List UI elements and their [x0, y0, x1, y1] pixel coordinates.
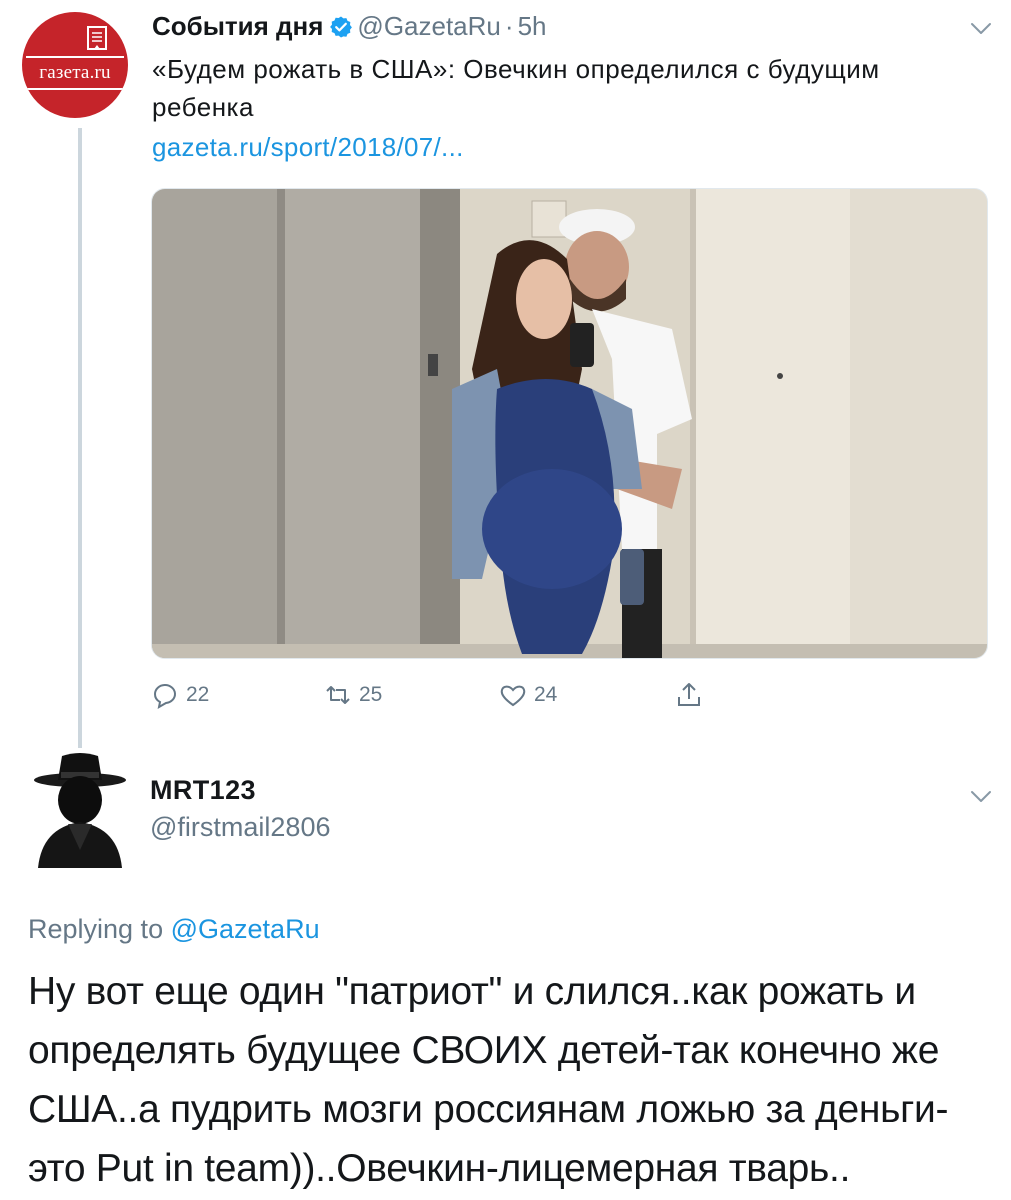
article-link[interactable]: gazeta.ru/sport/2018/07/... — [152, 130, 464, 164]
replying-to-handle[interactable]: @GazetaRu — [171, 914, 320, 944]
replying-prefix: Replying to — [28, 914, 164, 944]
tweet1-header: События дня @GazetaRu · 5h — [152, 10, 546, 42]
verified-badge-icon — [330, 16, 353, 38]
reply-button[interactable]: 22 — [150, 678, 209, 712]
gazeta-avatar[interactable]: газета.ru — [22, 12, 128, 118]
retweet-icon — [326, 686, 350, 704]
like-count: 24 — [534, 683, 558, 706]
chevron-down-icon[interactable] — [970, 790, 992, 804]
user-avatar[interactable] — [28, 750, 132, 868]
chevron-down-icon[interactable] — [970, 22, 992, 36]
bookmark-logo-icon — [87, 26, 107, 50]
share-button[interactable] — [674, 678, 710, 712]
logo-rule — [26, 88, 124, 90]
timestamp[interactable]: 5h — [518, 11, 547, 41]
avatar-logo-text: газета.ru — [39, 62, 111, 83]
replying-to: Replying to @GazetaRu — [28, 914, 320, 945]
retweet-count: 25 — [359, 683, 383, 706]
separator-dot: · — [504, 11, 514, 41]
reply-count: 22 — [186, 683, 210, 706]
retweet-button[interactable]: 25 — [323, 678, 382, 712]
handle[interactable]: @firstmail2806 — [150, 812, 330, 843]
like-button[interactable]: 24 — [498, 678, 557, 712]
tweet1-text: «Будем рожать в США»: Овечкин определилс… — [152, 54, 880, 122]
display-name[interactable]: События дня — [152, 11, 323, 41]
heart-icon — [500, 685, 526, 707]
reply-icon — [154, 684, 176, 709]
reply-tweet-text: Ну вот еще один "патриот" и слился..как … — [28, 970, 949, 1190]
tweet-photo[interactable] — [151, 188, 988, 659]
share-icon — [678, 683, 700, 706]
logo-rule — [26, 56, 124, 58]
thread-connector-line — [78, 128, 82, 748]
hat-silhouette-icon — [34, 753, 126, 868]
handle[interactable]: @GazetaRu — [357, 11, 500, 41]
photo-illustration — [152, 189, 987, 658]
display-name[interactable]: MRT123 — [150, 775, 256, 806]
